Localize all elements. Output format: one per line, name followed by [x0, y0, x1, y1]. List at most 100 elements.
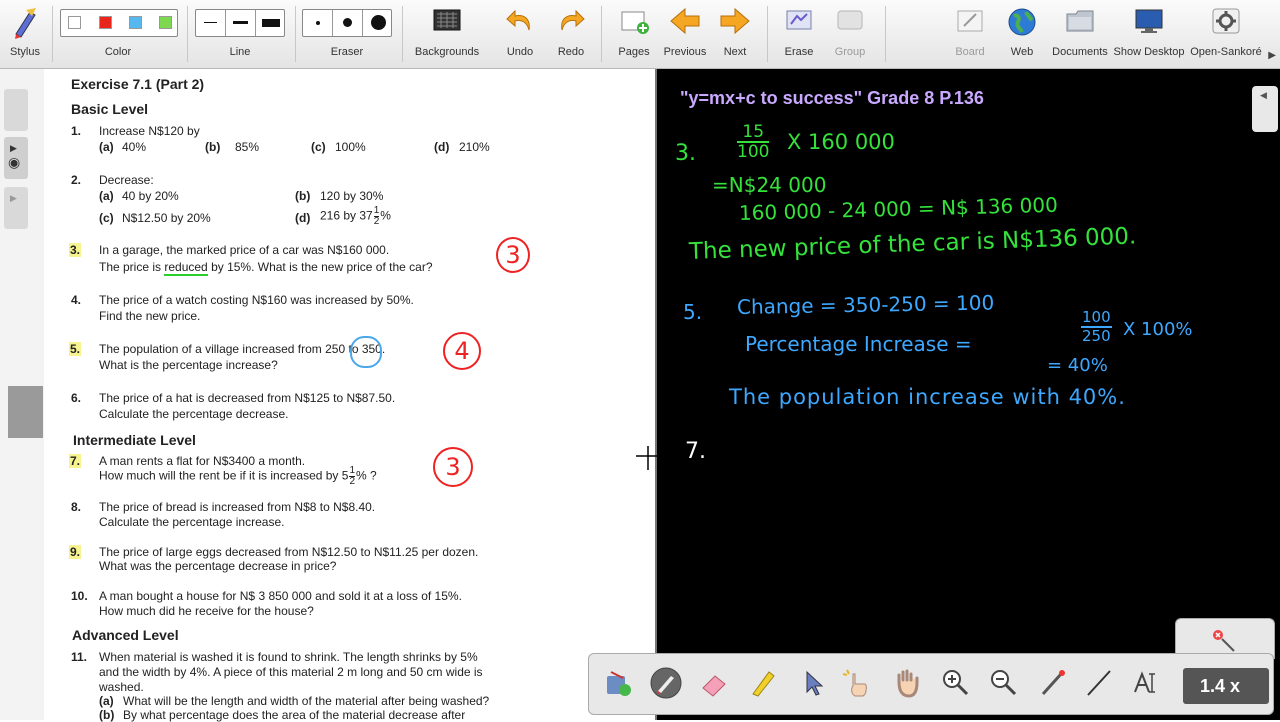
color-swatch-white[interactable]: [68, 16, 81, 29]
solution-5-line1: Change = 350-250 = 100: [736, 290, 995, 319]
q2-d-fraction: 12: [373, 206, 380, 227]
color-swatch-green[interactable]: [159, 16, 172, 29]
q3-reduced-underline: reduced: [164, 260, 208, 276]
q4-line2: Find the new price.: [99, 309, 201, 323]
show-desktop-button[interactable]: Show Desktop: [1113, 0, 1185, 68]
redo-icon: [561, 9, 585, 31]
color-swatch-red[interactable]: [99, 16, 112, 29]
toolbar-separator: [187, 6, 188, 62]
toolbar-scroll-right-icon[interactable]: ▶: [1268, 50, 1276, 61]
scroll-thumb[interactable]: [8, 386, 43, 438]
q3-mark-circle: 3: [496, 237, 530, 273]
q10-line2: How much did he receive for the house?: [99, 604, 314, 618]
q11-number: 11.: [71, 650, 88, 664]
q11-a: What will be the length and width of the…: [123, 694, 490, 708]
zoom-level-label: 1.4 x: [1200, 676, 1241, 696]
q2-d: 216 by 37 1 2%: [320, 206, 391, 227]
q3-line2-start: The price is: [99, 260, 165, 274]
hand-tool-button[interactable]: [891, 666, 923, 700]
intermediate-level-heading: Intermediate Level: [73, 432, 196, 448]
previous-label: Previous: [663, 46, 707, 58]
zoom-out-icon: [991, 670, 1017, 696]
mortarboard-icon: ◉: [8, 154, 21, 170]
solution-5-fraction-numerator: 100: [1081, 308, 1112, 328]
exercise-document: Exercise 7.1 (Part 2) Basic Level 1. Inc…: [44, 69, 655, 722]
eraser-tool-button[interactable]: [699, 666, 731, 700]
previous-button[interactable]: Previous: [660, 0, 710, 68]
undo-icon: [506, 9, 530, 31]
zoom-out-tool-button[interactable]: [987, 666, 1019, 700]
eraser-large-button[interactable]: [363, 10, 393, 36]
folder-icon: [1066, 10, 1094, 32]
q2-d-text: 216 by 37: [320, 208, 373, 223]
eraser-size-selector: [302, 9, 392, 37]
zoom-in-tool-button[interactable]: [939, 666, 971, 700]
q7-line2-end: % ?: [356, 468, 377, 483]
q6-number: 6.: [71, 391, 82, 405]
open-sankore-label: Open-Sankoré: [1190, 46, 1262, 58]
q1-c: 100%: [335, 140, 366, 154]
solution-5-line2a: Percentage Increase =: [745, 332, 972, 356]
side-panel-hand-button[interactable]: ▶: [4, 187, 28, 229]
board-button[interactable]: Board: [948, 0, 992, 68]
laser-pointer-tool-button[interactable]: [1037, 666, 1069, 700]
web-button[interactable]: Web: [1000, 0, 1044, 68]
q11-line2: and the width by 4%. A piece of this mat…: [99, 665, 483, 679]
solution-3-fraction-denominator: 100: [737, 142, 770, 162]
open-sankore-button[interactable]: Open-Sankoré: [1190, 0, 1262, 68]
q8-number: 8.: [71, 500, 82, 514]
q2-a: 40 by 20%: [122, 189, 179, 203]
q2-c: N$12.50 by 20%: [122, 211, 211, 225]
tool-palette-button[interactable]: [603, 666, 635, 700]
q8-line1: The price of bread is increased from N$8…: [99, 500, 376, 514]
q2-text: Decrease:: [99, 173, 154, 187]
q11-line1: When material is washed it is found to s…: [99, 650, 478, 664]
close-zoom-icon: [1213, 630, 1235, 652]
side-panel-top-button[interactable]: [4, 89, 28, 131]
undo-button[interactable]: Undo: [500, 0, 540, 68]
solution-5-line2b: X 100%: [1123, 319, 1193, 340]
pen-tool-button[interactable]: [649, 666, 682, 700]
basic-level-heading: Basic Level: [71, 101, 149, 117]
documents-button[interactable]: Documents: [1050, 0, 1110, 68]
toolbar-separator: [295, 6, 296, 62]
q7-number: 7.: [69, 454, 82, 468]
toolbar-separator: [767, 6, 768, 62]
stylus-button[interactable]: Stylus: [0, 0, 50, 68]
board-icon: [957, 10, 983, 32]
q1-c-label: (c): [311, 140, 326, 154]
solution-5-fraction-denominator: 250: [1082, 327, 1111, 345]
stylus-label: Stylus: [10, 46, 40, 58]
interact-tool-button[interactable]: [841, 666, 873, 700]
next-button[interactable]: Next: [713, 0, 757, 68]
q2-d-fraction-denominator: 2: [373, 216, 380, 227]
line-thick-button[interactable]: [256, 10, 286, 36]
text-tool-button[interactable]: [1129, 666, 1161, 700]
q2-c-label: (c): [99, 211, 114, 225]
solution-5-line4: The population increase with 40%.: [729, 385, 1126, 409]
eraser-medium-button[interactable]: [333, 10, 363, 36]
pages-button[interactable]: Pages: [612, 0, 656, 68]
q2-b: 120 by 30%: [320, 189, 384, 203]
erase-button[interactable]: Erase: [777, 0, 821, 68]
selector-tool-button[interactable]: [797, 666, 829, 700]
highlighter-tool-button[interactable]: [747, 666, 779, 700]
crosshair-cursor-icon: [636, 446, 660, 470]
line-icon: [1087, 670, 1111, 696]
color-swatch-blue[interactable]: [129, 16, 142, 29]
line-tool-button[interactable]: [1083, 666, 1115, 700]
line-medium-button[interactable]: [226, 10, 256, 36]
q10-line1: A man bought a house for N$ 3 850 000 an…: [99, 589, 462, 603]
backgrounds-button[interactable]: Backgrounds: [410, 0, 484, 68]
board-side-panel-toggle[interactable]: ◀: [1252, 86, 1278, 132]
add-page-icon: [621, 11, 649, 34]
redo-button[interactable]: Redo: [551, 0, 591, 68]
eraser-small-button[interactable]: [303, 10, 333, 36]
q7-mark-circle: 3: [433, 447, 473, 487]
q3-line2: The price is reduced by 15%. What is the…: [99, 260, 433, 276]
group-button[interactable]: Group: [828, 0, 872, 68]
floating-toolbar: [588, 653, 1274, 715]
side-panel-course-button[interactable]: ▶ ◉: [4, 137, 28, 179]
q5-number: 5.: [69, 342, 82, 356]
line-thin-button[interactable]: [196, 10, 226, 36]
